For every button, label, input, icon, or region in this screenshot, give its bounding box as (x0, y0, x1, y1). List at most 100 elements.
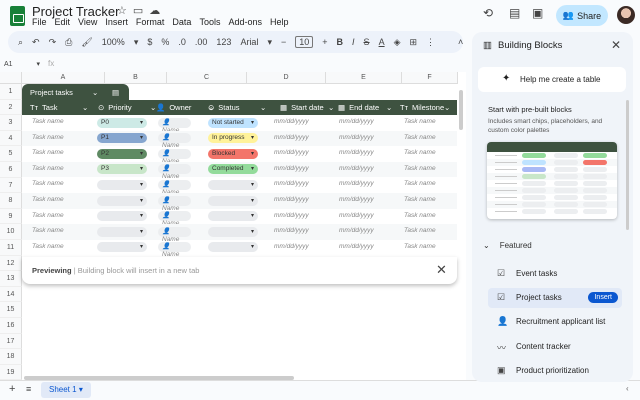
name-box[interactable]: A1 ▾ (4, 60, 40, 68)
help-create-table-button[interactable]: Help me create a table (478, 67, 626, 92)
share-button[interactable]: 👥 Share (556, 5, 608, 26)
priority-chip[interactable]: P2 (97, 148, 147, 159)
chevron-down-icon[interactable]: ⌄ (444, 103, 450, 112)
collapse-icon[interactable]: ˄ (458, 37, 463, 47)
column-status[interactable]: ⊙ Status ⌄ (208, 103, 266, 112)
column-task[interactable]: Tт Task ⌄ (30, 103, 88, 112)
row-header-10[interactable]: 10 (0, 224, 22, 240)
row-header-1[interactable]: 1 (0, 84, 22, 100)
vertical-scrollbar[interactable] (459, 90, 463, 130)
all-sheets-icon[interactable]: ≡ (26, 384, 31, 394)
menu-format[interactable]: Format (136, 17, 165, 27)
owner-chip[interactable]: 👤 Name (158, 211, 191, 227)
row-header-7[interactable]: 7 (0, 177, 22, 194)
row-header-3[interactable]: 3 (0, 115, 22, 131)
row-header-15[interactable]: 15 (0, 302, 22, 318)
block-product-prioritization[interactable]: ▣ Product prioritization (488, 361, 622, 381)
folder-icon[interactable]: ▭ (133, 5, 149, 17)
row-header-13[interactable]: 13 (0, 271, 22, 287)
search-icon[interactable]: ⌕ (18, 37, 23, 48)
owner-chip[interactable]: 👤 Name (158, 179, 191, 196)
column-owner[interactable]: 👤 Owner ⌄ (156, 103, 214, 112)
menu-tools[interactable]: Tools (199, 17, 220, 27)
block-recruitment-applicant-list[interactable]: 👤 Recruitment applicant list (488, 312, 622, 332)
block-project-tasks[interactable]: ☑ Project tasks Insert (488, 288, 622, 309)
star-icon[interactable]: ☆ (117, 5, 133, 17)
row-header-5[interactable]: 5 (0, 146, 22, 162)
owner-chip[interactable]: 👤 Name (158, 164, 191, 180)
owner-chip[interactable]: 👤 Name (158, 242, 191, 258)
menu-data[interactable]: Data (172, 17, 191, 27)
menu-view[interactable]: View (78, 17, 97, 27)
cloud-icon[interactable]: ☁ (149, 5, 166, 17)
close-panel-icon[interactable]: ✕ (611, 38, 621, 52)
text-color-icon[interactable]: A (379, 37, 385, 47)
more-icon[interactable]: ⋮ (426, 37, 435, 48)
menu-help[interactable]: Help (270, 17, 289, 27)
status-chip[interactable]: Not started (208, 117, 258, 128)
increase-font-icon[interactable]: + (322, 37, 327, 47)
borders-icon[interactable]: ⊞ (410, 37, 418, 48)
owner-chip[interactable]: 👤 Name (158, 117, 191, 134)
avatar[interactable] (617, 6, 635, 24)
chevron-down-icon[interactable]: ⌄ (328, 103, 334, 112)
chevron-down-icon[interactable]: ▾ (267, 37, 272, 48)
menu-edit[interactable]: Edit (55, 17, 71, 27)
priority-chip[interactable] (97, 179, 147, 190)
table-name-tab[interactable]: Project tasks ⌄ ▤ (22, 84, 129, 100)
column-header-F[interactable]: F (402, 72, 458, 84)
priority-chip[interactable] (97, 195, 147, 206)
panel-scrollbar[interactable] (626, 100, 629, 230)
row-header-17[interactable]: 17 (0, 333, 22, 350)
italic-icon[interactable]: I (352, 37, 355, 47)
owner-chip[interactable]: 👤 Name (158, 133, 191, 149)
owner-chip[interactable]: 👤 Name (158, 226, 191, 243)
row-header-6[interactable]: 6 (0, 162, 22, 178)
priority-chip[interactable] (97, 211, 147, 222)
featured-section-toggle[interactable]: ⌄ Featured (483, 241, 532, 250)
menu-file[interactable]: File (32, 17, 47, 27)
fill-color-icon[interactable]: ◈ (394, 37, 401, 48)
currency-button[interactable]: $ (147, 37, 152, 47)
column-header-E[interactable]: E (326, 72, 402, 84)
number-format-button[interactable]: 123 (216, 37, 231, 47)
undo-icon[interactable]: ↶ (32, 37, 40, 48)
status-chip[interactable]: Completed (208, 164, 258, 175)
owner-chip[interactable]: 👤 Name (158, 195, 191, 212)
meet-icon[interactable]: ▣ (532, 6, 543, 20)
row-header-9[interactable]: 9 (0, 208, 22, 225)
row-header-14[interactable]: 14 (0, 286, 22, 303)
priority-chip[interactable]: P3 (97, 164, 147, 175)
font-select[interactable]: Arial (240, 37, 258, 47)
history-icon[interactable]: ⟲ (483, 6, 493, 20)
row-header-16[interactable]: 16 (0, 318, 22, 334)
column-milestone[interactable]: Tт Milestone ⌄ (400, 103, 450, 112)
status-chip[interactable] (208, 242, 258, 253)
status-chip[interactable] (208, 195, 258, 206)
status-chip[interactable] (208, 179, 258, 190)
chevron-down-icon[interactable]: ▾ (134, 37, 139, 48)
row-header-2[interactable]: 2 (0, 99, 22, 116)
decrease-font-icon[interactable]: − (281, 37, 286, 47)
row-header-4[interactable]: 4 (0, 130, 22, 147)
column-end-date[interactable]: ▦ End date ⌄ (338, 103, 392, 112)
menu-insert[interactable]: Insert (105, 17, 128, 27)
column-priority[interactable]: ⊙ Priority ⌄ (98, 103, 156, 112)
expand-panel-icon[interactable]: ‹ (626, 384, 629, 393)
row-header-11[interactable]: 11 (0, 240, 22, 256)
paint-format-icon[interactable]: 🖌 (81, 37, 92, 48)
strikethrough-icon[interactable]: S (364, 37, 370, 47)
column-header-A[interactable]: A (22, 72, 105, 84)
close-preview-icon[interactable]: ✕ (436, 262, 447, 278)
chevron-down-icon[interactable]: ⌄ (92, 88, 98, 97)
select-all-corner[interactable] (0, 72, 22, 84)
status-chip[interactable]: In progress (208, 133, 258, 144)
column-start-date[interactable]: ▦ Start date ⌄ (280, 103, 334, 112)
chevron-down-icon[interactable]: ⌄ (82, 103, 88, 112)
bold-icon[interactable]: B (337, 37, 344, 47)
priority-chip[interactable]: P0 (97, 117, 147, 128)
row-header-12[interactable]: 12 (0, 255, 22, 272)
status-chip[interactable]: Blocked (208, 148, 258, 159)
priority-chip[interactable] (97, 226, 147, 237)
zoom-select[interactable]: 100% (102, 37, 125, 47)
